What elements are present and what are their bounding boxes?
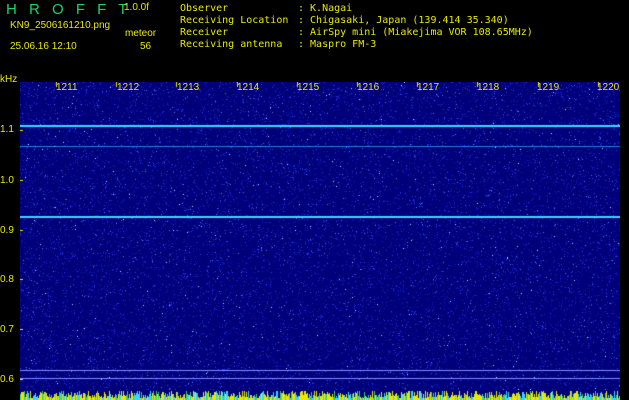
spectrum-strip — [20, 390, 620, 400]
antenna-label: Receiving antenna — [180, 39, 283, 50]
y-tick-1-1: 1.1 — [0, 124, 14, 135]
y-tick-0-8: 0.8 — [0, 274, 14, 285]
x-tick-1217: 1217 — [417, 82, 440, 93]
x-tick-1216: 1216 — [357, 82, 380, 93]
x-tick-1219: 1219 — [537, 82, 560, 93]
y-tick-1-0: 1.0 — [0, 175, 14, 186]
version-label: 1.0.0f — [124, 2, 150, 13]
meteor-count: 56 — [140, 41, 152, 52]
x-tick-1212: 1212 — [117, 82, 140, 93]
observation-datetime: 25.06.16 12:10 — [10, 41, 77, 52]
location-label: Receiving Location — [180, 15, 289, 26]
receiver-label: Receiver — [180, 27, 229, 38]
observer-label: Observer — [180, 3, 229, 14]
file-name: KN9_2506161210.png — [10, 20, 111, 31]
x-tick-1214: 1214 — [237, 82, 260, 93]
spectrogram-plot — [20, 82, 620, 390]
x-tick-1218: 1218 — [477, 82, 500, 93]
app-logo: H R O F F T — [6, 1, 132, 18]
x-tick-1220: 1220 — [597, 82, 620, 93]
x-tick-1213: 1213 — [177, 82, 200, 93]
hrofft-window: H R O F F T 1.0.0f KN9_2506161210.png me… — [0, 0, 629, 400]
y-axis-unit: kHz — [0, 74, 18, 85]
y-tick-0-7: 0.7 — [0, 324, 14, 335]
observer-value: : K.Nagai — [298, 3, 353, 14]
y-tick-0-6: 0.6 — [0, 374, 14, 385]
x-tick-1215: 1215 — [297, 82, 320, 93]
receiver-value: : AirSpy mini (Miakejima VOR 108.65MHz) — [298, 27, 533, 38]
x-tick-1211: 1211 — [56, 82, 78, 93]
meteor-label: meteor — [125, 28, 157, 39]
y-tick-0-9: 0.9 — [0, 225, 14, 236]
location-value: : Chigasaki, Japan (139.414 35.340) — [298, 15, 509, 26]
antenna-value: : Maspro FM-3 — [298, 39, 377, 50]
